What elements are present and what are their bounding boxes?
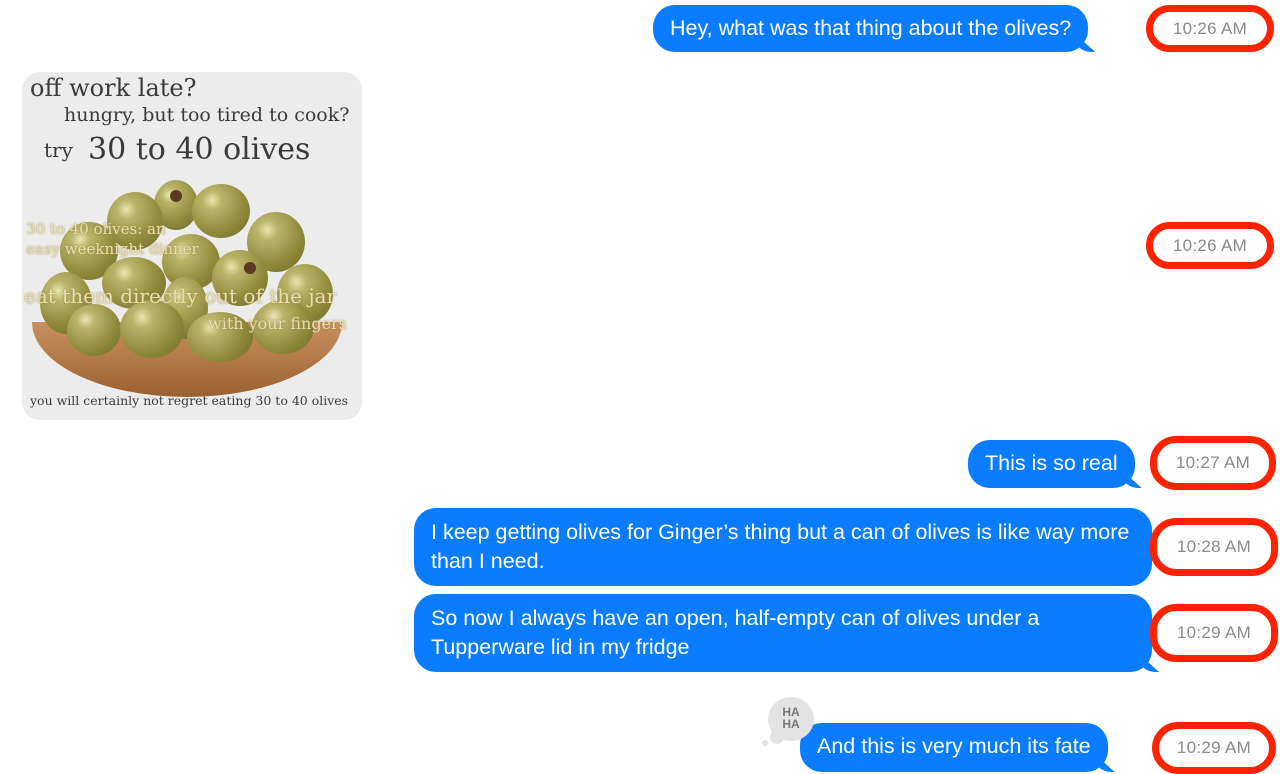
timestamp-highlight: 10:26 AM [1146,222,1274,269]
olive [67,304,121,356]
message-bubble[interactable]: I keep getting olives for Ginger’s thing… [414,508,1152,586]
message-bubble[interactable]: So now I always have an open, half-empty… [414,594,1152,672]
meme-text: hungry, but too tired to cook? [64,104,350,126]
olive-pit [170,190,182,202]
meme-text: with your fingers [208,314,347,333]
message-bubble[interactable]: And this is very much its fate [800,723,1108,772]
olive [120,300,184,358]
olive-meme-image[interactable]: off work late? hungry, but too tired to … [22,72,362,420]
timestamp: 10:28 AM [1176,537,1252,556]
meme-text: eat them directly out of the jar [24,284,337,308]
timestamp-highlight: 10:26 AM [1146,5,1274,52]
meme-text: 30 to 40 olives [88,132,311,167]
meme-text: try [44,138,73,162]
tapback-text: HA [782,717,800,731]
timestamp-highlight: 10:29 AM [1152,722,1276,774]
olive [192,184,250,238]
haha-tapback-icon[interactable]: HA HA [768,697,814,741]
timestamp-highlight: 10:29 AM [1150,604,1278,662]
timestamp: 10:26 AM [1172,235,1248,255]
tapback-tail-dot [762,740,768,746]
timestamp: 10:29 AM [1176,623,1252,642]
timestamp: 10:26 AM [1172,18,1248,38]
timestamp: 10:29 AM [1176,738,1252,757]
meme-text: easy weeknight dinner [26,240,199,258]
timestamp-highlight: 10:27 AM [1150,436,1276,490]
meme-text: off work late? [30,74,197,102]
message-bubble[interactable]: Hey, what was that thing about the olive… [653,5,1089,52]
meme-text: 30 to 40 olives: an [26,220,166,238]
timestamp-highlight: 10:28 AM [1150,518,1278,576]
olive-pit [244,262,256,274]
message-bubble[interactable]: This is so real [968,440,1135,488]
timestamp: 10:27 AM [1175,453,1251,472]
meme-text: you will certainly not regret eating 30 … [30,393,349,408]
